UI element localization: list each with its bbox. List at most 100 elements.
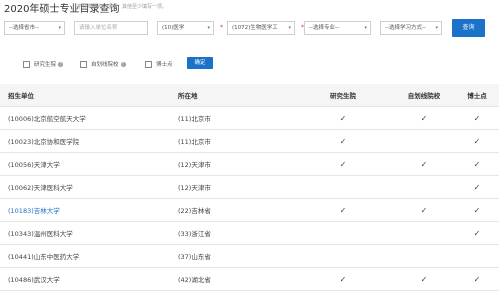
location-cell: (12)天津市 [178,175,293,199]
self-drawn-cell: ✓ [393,152,455,176]
self-drawn-cell [393,175,455,199]
table-row: (10486)武汉大学 (42)湖北省 ✓ ✓ ✓ [0,267,499,291]
query-button[interactable]: 查询 [452,19,485,37]
check-icon: ✓ [339,113,347,123]
header-graduate-school: 研究生院 [293,84,393,107]
category-select-value: (10)医学 [162,25,185,31]
help-icon[interactable]: ? [58,62,64,67]
table-header-row: 招生单位 所在地 研究生院 自划线院校 博士点 [0,84,499,107]
self-drawn-cell [393,129,455,153]
study-mode-select[interactable]: --选择学习方式-- ▾ [380,21,442,35]
check-icon: ✓ [339,159,347,169]
required-marker: * [220,24,223,31]
checkbox-icon [23,61,30,68]
table-row: (10441)山东中医药大学 (37)山东省 [0,244,499,268]
unit-link[interactable]: (10441)山东中医药大学 [0,244,178,268]
help-icon[interactable]: ? [120,62,126,67]
institution-input[interactable]: 请输入单位名称 [74,21,148,35]
graduate-school-checkbox[interactable]: 研究生院? [23,60,64,68]
location-cell: (11)北京市 [178,129,293,153]
table-row: (10062)天津医科大学 (12)天津市 ✓ [0,175,499,199]
check-icon: ✓ [473,228,481,238]
chevron-down-icon: ▾ [58,25,61,31]
check-icon: ✓ [339,274,347,284]
major-select[interactable]: --选择专业-- ▾ [304,21,371,35]
location-cell: (12)天津市 [178,152,293,176]
checkbox-icon [80,61,87,68]
unit-link[interactable]: (10343)温州医科大学 [0,221,178,245]
graduate-school-cell [293,244,393,268]
location-cell: (42)湖北省 [178,267,293,291]
location-cell: (22)吉林省 [178,198,293,222]
required-hint: 学科类别为必选项，其他至少填写一项。 [77,4,168,10]
unit-link[interactable]: (10486)武汉大学 [0,267,178,291]
graduate-school-cell: ✓ [293,198,393,222]
self-drawn-cell: ✓ [393,198,455,222]
doctoral-cell: ✓ [455,106,499,130]
discipline-select[interactable]: (1072)生物医学工 ▾ [227,21,295,35]
check-icon: ✓ [420,159,428,169]
major-select-value: --选择专业-- [309,25,339,31]
unit-link[interactable]: (10056)天津大学 [0,152,178,176]
unit-link[interactable]: (10023)北京协和医学院 [0,129,178,153]
chevron-down-icon: ▾ [288,25,291,31]
location-cell: (37)山东省 [178,244,293,268]
chevron-down-icon: ▾ [435,25,438,31]
doctoral-cell: ✓ [455,198,499,222]
check-icon: ✓ [473,205,481,215]
doctoral-cell: ✓ [455,175,499,199]
graduate-school-cell: ✓ [293,152,393,176]
category-select[interactable]: (10)医学 ▾ [157,21,214,35]
unit-link[interactable]: (10006)北京航空航天大学 [0,106,178,130]
province-select-value: --选择省市-- [9,25,39,31]
check-icon: ✓ [473,182,481,192]
doctoral-label: 博士点 [156,62,173,68]
location-cell: (33)浙江省 [178,221,293,245]
doctoral-cell: ✓ [455,152,499,176]
header-self-drawn: 自划线院校 [393,84,455,107]
check-icon: ✓ [339,205,347,215]
unit-link[interactable]: (10062)天津医科大学 [0,175,178,199]
doctoral-cell: ✓ [455,221,499,245]
graduate-school-cell: ✓ [293,267,393,291]
table-row: (10006)北京航空航天大学 (11)北京市 ✓ ✓ ✓ [0,106,499,130]
check-icon: ✓ [420,205,428,215]
self-drawn-checkbox[interactable]: 自划线院校? [80,60,126,68]
self-drawn-cell [393,221,455,245]
unit-link[interactable]: (10183)吉林大学 [0,198,178,222]
doctoral-cell [455,244,499,268]
header-unit: 招生单位 [0,84,178,107]
discipline-select-value: (1072)生物医学工 [232,25,278,31]
graduate-school-cell [293,175,393,199]
header-location: 所在地 [178,84,293,107]
graduate-school-cell: ✓ [293,106,393,130]
check-icon: ✓ [339,136,347,146]
check-icon: ✓ [473,113,481,123]
location-cell: (11)北京市 [178,106,293,130]
confirm-button[interactable]: 确定 [187,57,213,69]
self-drawn-label: 自划线院校 [91,62,119,68]
graduate-school-cell [293,221,393,245]
check-icon: ✓ [473,159,481,169]
table-row: (10343)温州医科大学 (33)浙江省 ✓ [0,221,499,245]
check-icon: ✓ [473,136,481,146]
doctoral-cell: ✓ [455,129,499,153]
study-mode-select-value: --选择学习方式-- [385,25,426,31]
province-select[interactable]: --选择省市-- ▾ [4,21,65,35]
self-drawn-cell [393,244,455,268]
check-icon: ✓ [420,274,428,284]
checkbox-icon [145,61,152,68]
header-doctoral: 博士点 [455,84,499,107]
results-table: 招生单位 所在地 研究生院 自划线院校 博士点 (10006)北京航空航天大学(… [0,84,499,291]
graduate-school-cell: ✓ [293,129,393,153]
table-row: (10183)吉林大学 (22)吉林省 ✓ ✓ ✓ [0,198,499,222]
self-drawn-cell: ✓ [393,267,455,291]
table-row: (10023)北京协和医学院 (11)北京市 ✓ ✓ [0,129,499,153]
self-drawn-cell: ✓ [393,106,455,130]
chevron-down-icon: ▾ [364,25,367,31]
graduate-school-label: 研究生院 [34,62,57,68]
doctoral-checkbox[interactable]: 博士点 [145,60,173,68]
table-row: (10056)天津大学 (12)天津市 ✓ ✓ ✓ [0,152,499,176]
check-icon: ✓ [473,274,481,284]
check-icon: ✓ [420,113,428,123]
